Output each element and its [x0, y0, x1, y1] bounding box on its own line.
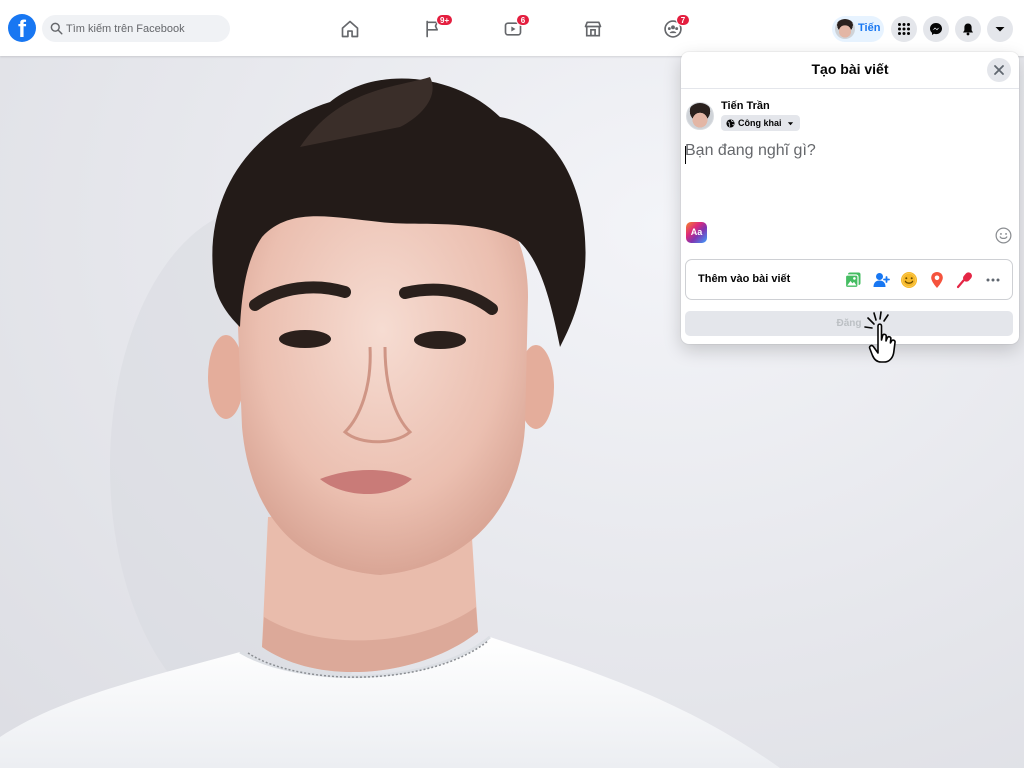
add-to-post-label: Thêm vào bài viết [698, 273, 791, 285]
author-avatar [686, 102, 714, 130]
notifications-bell-icon [963, 23, 973, 36]
text-cursor [685, 146, 686, 164]
account-menu-button[interactable] [987, 16, 1013, 42]
add-to-post-panel: Thêm vào bài viết [685, 259, 1013, 300]
marketplace-store-icon [584, 21, 602, 37]
live-video-icon [956, 272, 972, 289]
create-post-dialog: Tạo bài viết Tiến Trần Công khai Aa Thêm… [681, 52, 1019, 344]
dialog-title: Tạo bài viết [681, 52, 1019, 89]
close-icon [994, 65, 1004, 75]
more-options-button[interactable] [982, 269, 1004, 291]
photo-video-button[interactable] [842, 269, 864, 291]
profile-name: Tiến [858, 22, 881, 34]
tag-people-icon [873, 273, 890, 287]
groups-badge: 7 [676, 14, 690, 26]
text-background-button[interactable]: Aa [686, 222, 707, 243]
nav-groups[interactable]: 7 [631, 8, 715, 50]
watch-badge: 6 [516, 14, 530, 26]
profile-button[interactable]: Tiến [832, 16, 884, 42]
check-in-button[interactable] [926, 269, 948, 291]
menu-grid-icon [898, 23, 910, 35]
close-dialog-button[interactable] [987, 58, 1011, 82]
chevron-down-icon [787, 121, 793, 125]
account-caret-icon [995, 27, 1005, 32]
globe-icon [726, 118, 735, 128]
feeling-activity-button[interactable] [898, 269, 920, 291]
tag-people-button[interactable] [870, 269, 892, 291]
search-box[interactable] [42, 15, 230, 42]
audience-selector[interactable]: Công khai [721, 115, 800, 131]
live-video-button[interactable] [954, 269, 976, 291]
post-composer-input[interactable] [685, 142, 1005, 182]
messenger-button[interactable] [923, 16, 949, 42]
nav-home[interactable] [308, 8, 392, 50]
menu-button[interactable] [891, 16, 917, 42]
feeling-activity-icon [901, 272, 917, 288]
nav-watch[interactable]: 6 [471, 8, 555, 50]
nav-pages[interactable]: 9+ [391, 8, 475, 50]
home-icon [341, 20, 359, 38]
audience-label: Công khai [738, 118, 782, 128]
messenger-icon [930, 23, 942, 35]
post-button[interactable]: Đăng [685, 311, 1013, 336]
top-navigation-bar: f 9+ 6 [0, 0, 1024, 56]
search-input[interactable] [66, 15, 226, 42]
emoji-icon[interactable] [995, 227, 1012, 244]
photo-video-icon [844, 272, 861, 289]
check-in-icon [931, 272, 943, 288]
avatar [835, 19, 855, 39]
hand-pointer-icon [864, 311, 896, 363]
more-icon [986, 278, 1000, 282]
notifications-button[interactable] [955, 16, 981, 42]
search-icon [50, 22, 63, 35]
facebook-logo[interactable]: f [8, 14, 36, 42]
pages-badge: 9+ [436, 14, 454, 26]
author-name: Tiến Trần [721, 100, 770, 112]
nav-marketplace[interactable] [551, 8, 635, 50]
